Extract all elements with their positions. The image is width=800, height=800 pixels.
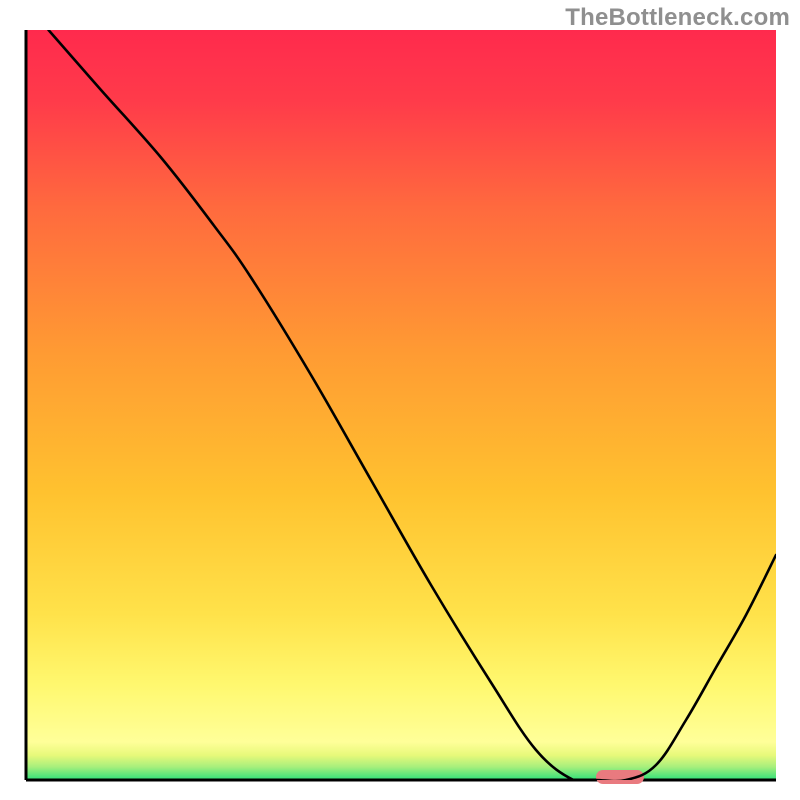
bottleneck-chart [0,0,800,800]
gradient-bottom-band [26,742,776,780]
gradient-main [26,30,776,742]
plot-background [26,30,776,780]
watermark-text: TheBottleneck.com [565,4,790,32]
chart-container: TheBottleneck.com [0,0,800,800]
